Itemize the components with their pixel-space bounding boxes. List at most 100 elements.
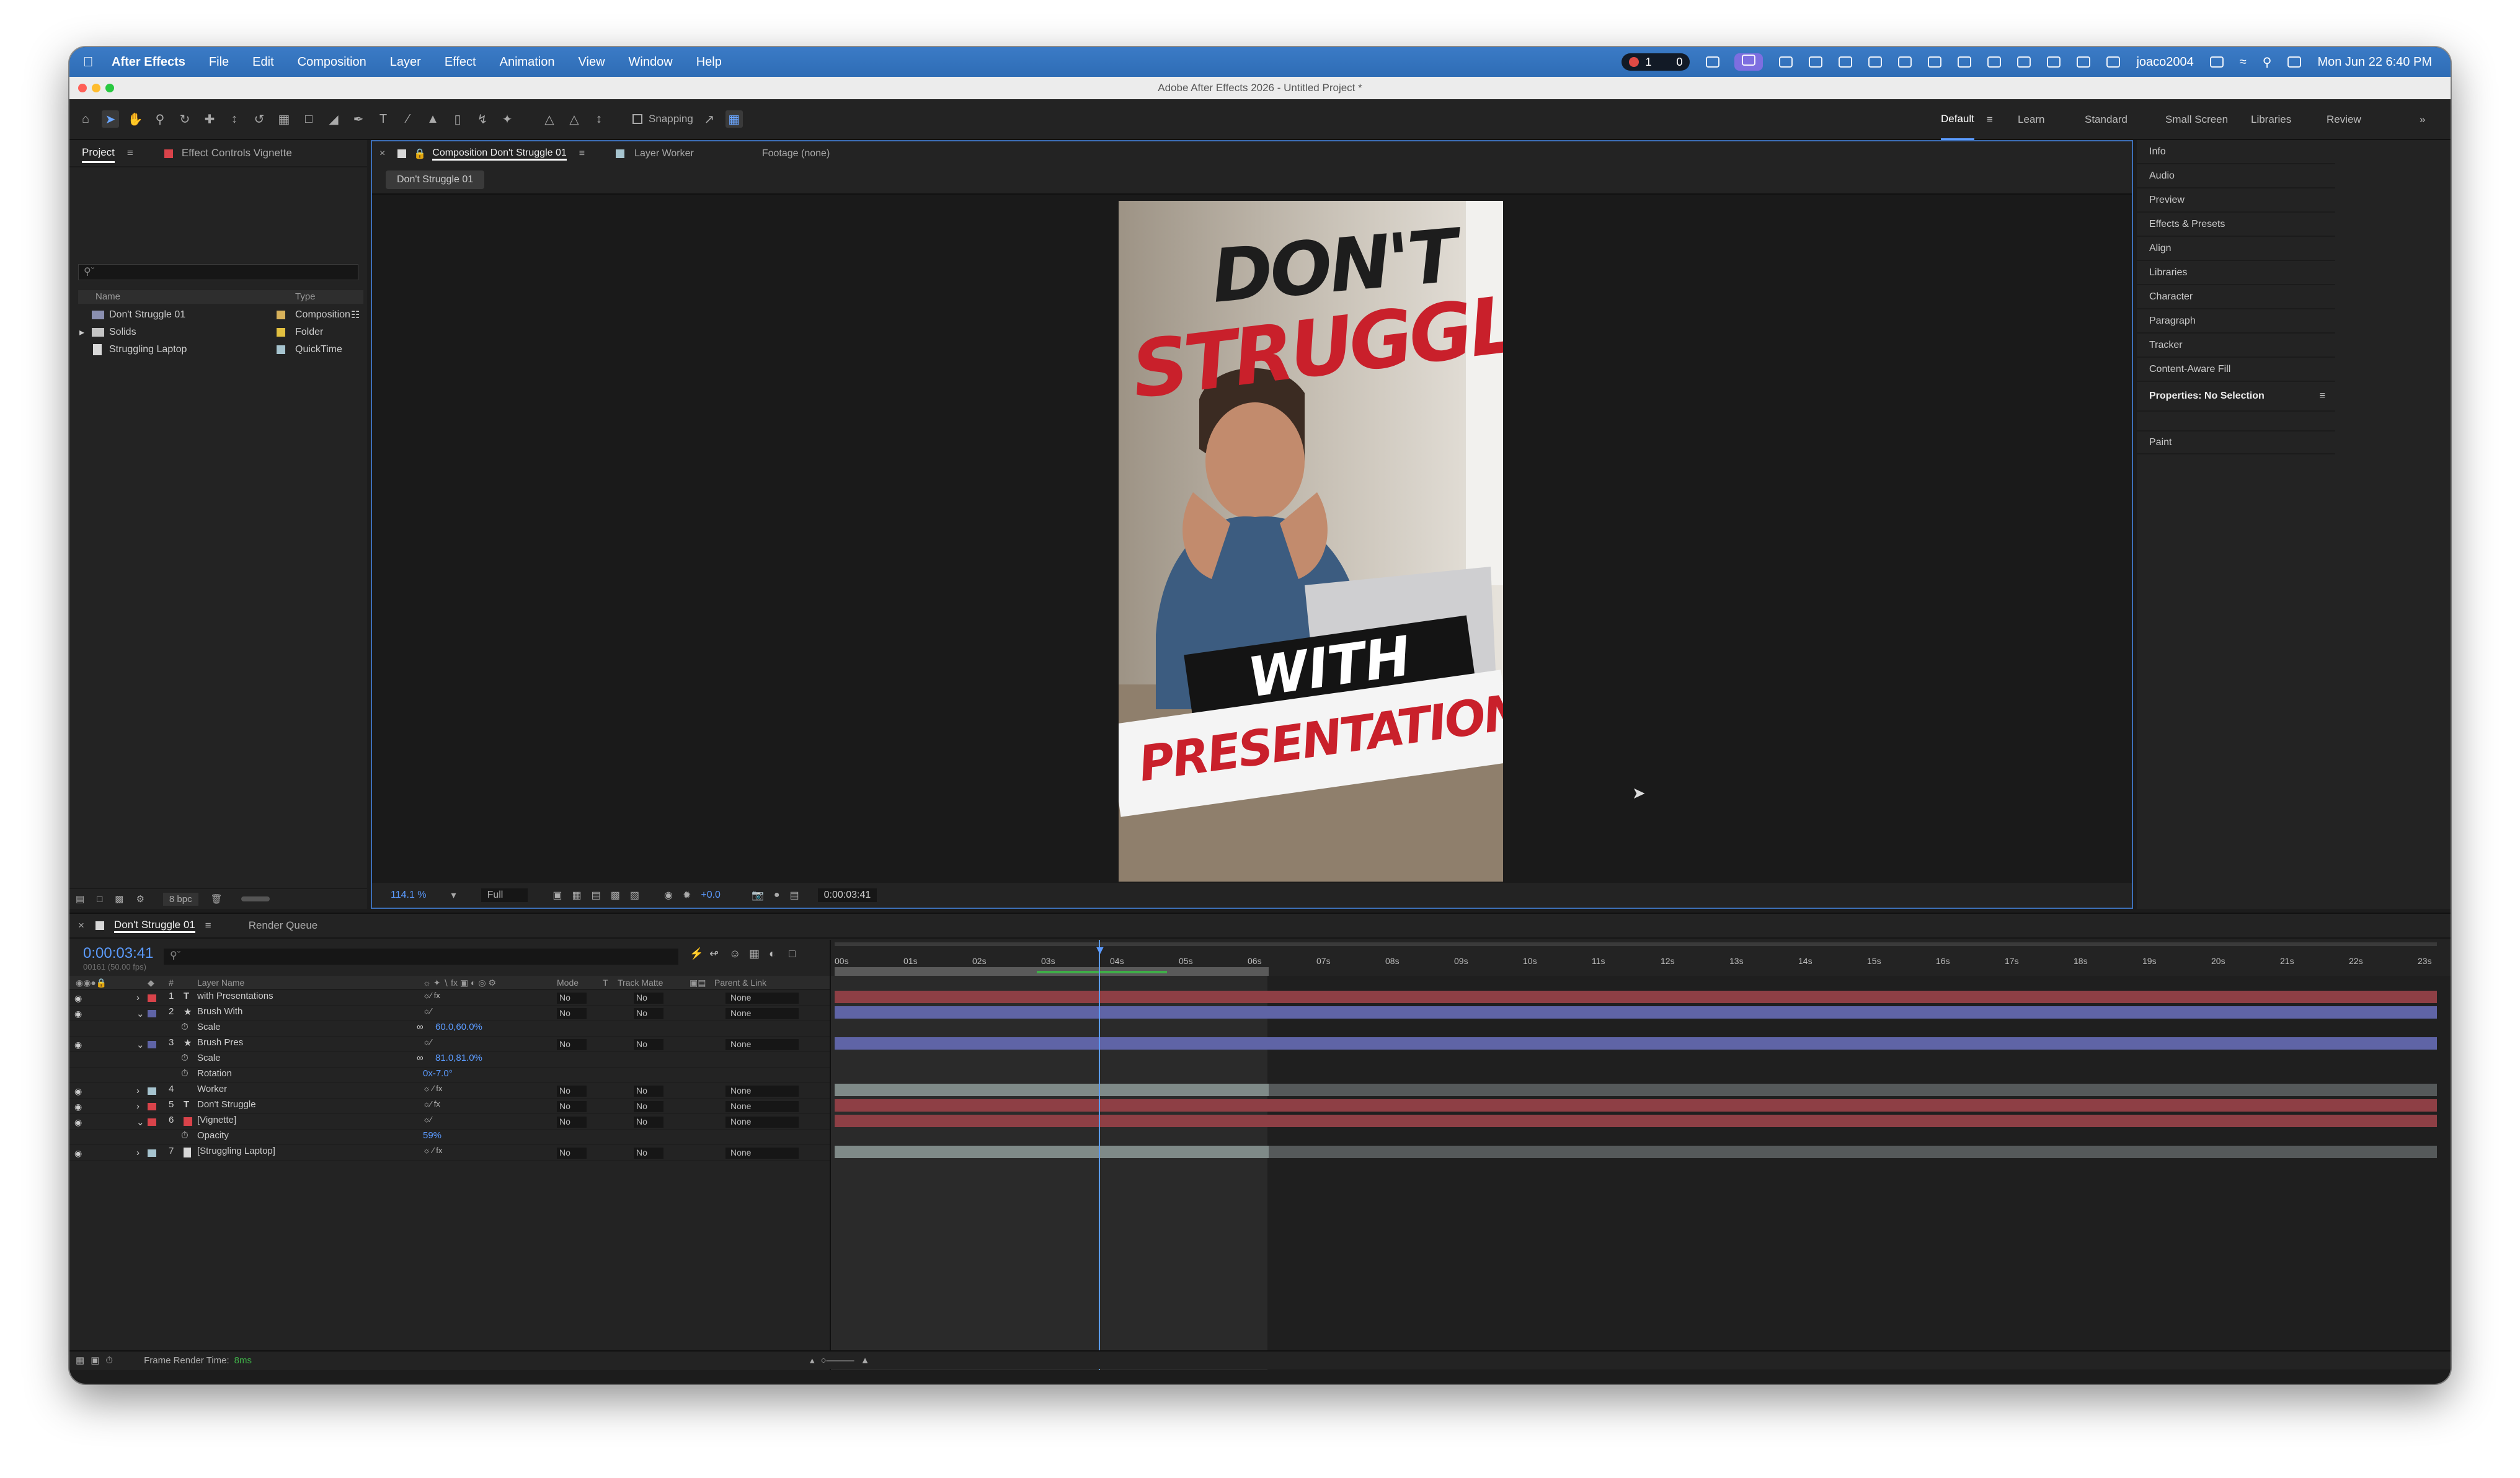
close-tab-icon[interactable]: ×: [379, 148, 385, 159]
current-time[interactable]: 0:00:03:41: [83, 945, 153, 962]
rectangle-tool-icon[interactable]: □: [300, 110, 317, 128]
parent-select[interactable]: None: [725, 1148, 799, 1159]
panel-align[interactable]: Align: [2137, 237, 2335, 261]
parent-select[interactable]: None: [725, 1039, 799, 1050]
blend-mode-select[interactable]: No: [557, 1148, 587, 1159]
fast-preview-icon[interactable]: ▤: [790, 889, 799, 901]
pen-tool-icon[interactable]: ✒: [350, 110, 367, 128]
timeline-menu-icon[interactable]: ≡: [205, 919, 211, 932]
snap-options-icon[interactable]: ↗: [701, 110, 718, 128]
layer-name[interactable]: with Presentations: [197, 991, 273, 1001]
visibility-icon[interactable]: ◉: [74, 1040, 82, 1050]
layer-name[interactable]: Brush Pres: [197, 1037, 243, 1048]
new-comp-icon[interactable]: ▩: [115, 893, 123, 905]
layer-label[interactable]: [148, 994, 156, 1002]
guides-icon[interactable]: ▤: [592, 889, 601, 901]
snapshot-icon[interactable]: 📷: [752, 889, 764, 901]
clock-text[interactable]: Mon Jun 22 6:40 PM: [2317, 55, 2432, 69]
playhead[interactable]: [1099, 940, 1100, 1370]
exposure-value[interactable]: +0.0: [701, 890, 721, 901]
link-icon[interactable]: ∞: [417, 1053, 424, 1063]
property-row-scale[interactable]: ⏱ Scale ∞ 81.0,81.0%: [69, 1053, 830, 1068]
layer-label[interactable]: [148, 1103, 156, 1110]
layer-row-6[interactable]: ◉ ⌄ 6 [Vignette] ☼⁄ No No None: [69, 1115, 830, 1130]
col-t[interactable]: T: [603, 978, 608, 988]
collapse-arrow-icon[interactable]: ⌄: [136, 1008, 144, 1019]
workspace-menu-icon[interactable]: ≡: [1987, 99, 1993, 140]
layer-switches[interactable]: ☼⁄: [423, 1115, 432, 1124]
tab-project[interactable]: Project: [82, 144, 115, 163]
track-matte-select[interactable]: No: [634, 993, 663, 1004]
pan-behind-icon[interactable]: ▦: [275, 110, 293, 128]
layer-bar-4[interactable]: [835, 1084, 1269, 1096]
tab-render-queue[interactable]: Render Queue: [249, 919, 318, 932]
align-tool-icon[interactable]: △: [541, 110, 558, 128]
show-snapshot-icon[interactable]: ●: [774, 890, 780, 901]
col-parent[interactable]: Parent & Link: [714, 978, 766, 988]
zoom-level[interactable]: 114.1 %: [391, 890, 427, 901]
col-mode[interactable]: Mode: [557, 978, 579, 988]
layer-switches[interactable]: ☼⁄: [423, 1006, 432, 1016]
stopwatch-icon[interactable]: ⏱: [181, 1053, 189, 1063]
zoom-tool-icon[interactable]: ⚲: [151, 110, 169, 128]
workspace-standard[interactable]: Standard: [2085, 99, 2127, 140]
blend-mode-select[interactable]: No: [557, 1008, 587, 1019]
comp-breadcrumb[interactable]: Don't Struggle 01: [386, 170, 485, 189]
layer-name[interactable]: [Struggling Laptop]: [197, 1146, 275, 1156]
draft-3d-icon[interactable]: ⚡: [690, 947, 703, 960]
flowchart-icon[interactable]: ☷: [351, 309, 360, 321]
snapping-checkbox[interactable]: [632, 114, 642, 124]
parent-select[interactable]: None: [725, 1086, 799, 1097]
layer-row-2[interactable]: ◉ ⌄ 2 ★ Brush With ☼⁄ No No None: [69, 1006, 830, 1021]
property-value[interactable]: 59%: [423, 1130, 441, 1141]
properties-menu-icon[interactable]: ≡: [2320, 391, 2325, 402]
layer-row-4[interactable]: ◉ › 4 Worker ☼ ⁄ fx No No None: [69, 1084, 830, 1099]
layer-name[interactable]: [Vignette]: [197, 1115, 236, 1125]
switches-icon[interactable]: ☼ ✦ ∖ fx ▣ ◐ ◎ ⚙: [423, 978, 496, 988]
blend-mode-select[interactable]: No: [557, 1101, 587, 1112]
panel-menu-icon[interactable]: ≡: [127, 144, 133, 162]
col-layer-name[interactable]: Layer Name: [197, 978, 244, 988]
link-icon[interactable]: ∞: [417, 1022, 424, 1032]
av-switches-icon[interactable]: ◉◉●🔒: [76, 978, 107, 988]
viewer-timecode[interactable]: 0:00:03:41: [817, 888, 877, 902]
layer-bar-5[interactable]: [835, 1099, 2437, 1112]
region-icon[interactable]: ▣: [552, 889, 562, 901]
play-icon[interactable]: [2047, 56, 2061, 68]
tab-effect-controls[interactable]: Effect Controls Vignette: [164, 144, 292, 162]
layer-switches[interactable]: ☼⁄: [423, 1037, 432, 1047]
layer-row-1[interactable]: ◉ › 1 T with Presentations ☼⁄ fx No No N…: [69, 991, 830, 1006]
panel-properties[interactable]: Properties: No Selection ≡: [2137, 382, 2335, 412]
workspace-small-screen[interactable]: Small Screen: [2165, 99, 2228, 140]
bpc-button[interactable]: 8 bpc: [162, 892, 198, 906]
stamp-tool-icon[interactable]: ▲: [424, 110, 441, 128]
snapping-toggle[interactable]: Snapping: [632, 113, 693, 125]
zoom-out-icon[interactable]: ▴: [810, 1355, 815, 1366]
tab-layer[interactable]: Layer Worker: [634, 148, 694, 159]
layer-label[interactable]: [148, 1149, 156, 1157]
anchor-tool-icon[interactable]: ✚: [201, 110, 218, 128]
parent-select[interactable]: None: [725, 993, 799, 1004]
graph-editor-icon[interactable]: □: [789, 947, 796, 960]
layer-bar-2[interactable]: [835, 1006, 2437, 1019]
modes-toggle-icon[interactable]: ▣: [91, 1355, 99, 1366]
menu-composition[interactable]: Composition: [298, 55, 366, 69]
resolution-select[interactable]: Full: [481, 888, 528, 902]
clock-icon[interactable]: [1868, 56, 1883, 68]
mask-icon[interactable]: ▩: [611, 889, 620, 901]
panel-content-aware-fill[interactable]: Content-Aware Fill: [2137, 358, 2335, 382]
apple-icon[interactable]: : [83, 54, 112, 70]
layer-bar-3[interactable]: [835, 1037, 2437, 1050]
panel-character[interactable]: Character: [2137, 285, 2335, 309]
layer-row-7[interactable]: ◉ › 7 [Struggling Laptop] ☼ ⁄ fx No No N…: [69, 1146, 830, 1161]
panel-effects-presets[interactable]: Effects & Presets: [2137, 213, 2335, 237]
screen-icon[interactable]: [1734, 53, 1764, 71]
property-row-scale[interactable]: ⏱ Scale ∞ 60.0,60.0%: [69, 1022, 830, 1037]
timeline-tracks[interactable]: 00s 01s 02s 03s 04s 05s 06s 07s 08s 09s 10s 11s 12s 1…: [830, 940, 2451, 1370]
layer-row-5[interactable]: ◉ › 5 T Don't Struggle ☼⁄ fx No No None: [69, 1099, 830, 1114]
3d-view-icon[interactable]: ▧: [630, 889, 639, 901]
menu-help[interactable]: Help: [696, 55, 722, 69]
cube-tool-icon[interactable]: ◢: [325, 110, 342, 128]
timeline-search-input[interactable]: ⚲ˇ: [164, 949, 678, 965]
col-name[interactable]: Name: [95, 291, 120, 302]
